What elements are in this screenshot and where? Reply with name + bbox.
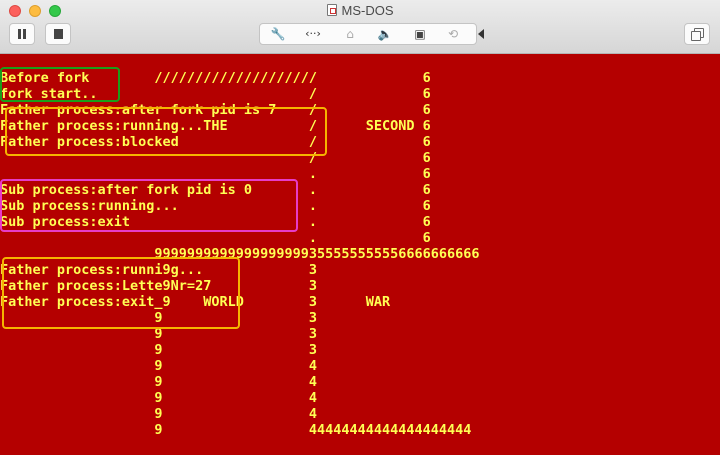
document-icon: [326, 4, 337, 16]
window-button[interactable]: [684, 23, 710, 45]
collapse-arrow-icon[interactable]: [475, 23, 487, 45]
console-line: Father process:running...THE / SECOND 6: [0, 118, 431, 134]
title-bar: MS-DOS 🔧 ‹··› ⌂ 🔈 ▣ ⟲: [0, 0, 720, 54]
stop-button[interactable]: [45, 23, 71, 45]
console-line: Sub process:after fork pid is 0 . 6: [0, 182, 431, 198]
console-line: 9 4: [0, 374, 317, 390]
console-line: Father process:exit_9 WORLD 3 WAR: [0, 294, 391, 310]
speaker-icon[interactable]: 🔈: [375, 26, 395, 42]
console-line: / 6: [0, 150, 431, 166]
console-line: . 6: [0, 230, 431, 246]
console-line: 9 3: [0, 310, 317, 326]
console-line: Sub process:exit . 6: [0, 214, 431, 230]
console-line: 9 3: [0, 326, 317, 342]
dos-console[interactable]: Before fork //////////////////// 6 fork …: [0, 54, 720, 455]
console-line: Father process:runni9g... 3: [0, 262, 317, 278]
console-line: Father process:blocked / 6: [0, 134, 431, 150]
ms-dos-window: MS-DOS 🔧 ‹··› ⌂ 🔈 ▣ ⟲ Before fork //////…: [0, 0, 720, 455]
console-line: 9999999999999999999355555555556666666666: [0, 246, 480, 262]
console-line: Father process:after fork pid is 7 / 6: [0, 102, 431, 118]
wrench-icon[interactable]: 🔧: [268, 26, 288, 42]
console-line: Father process:Lette9Nr=27 3: [0, 278, 317, 294]
save-icon[interactable]: ▣: [410, 26, 430, 42]
console-line: 9 4: [0, 358, 317, 374]
console-line: fork start.. / 6: [0, 86, 431, 102]
console-line: Sub process:running... . 6: [0, 198, 431, 214]
pause-button[interactable]: [9, 23, 35, 45]
console-line: 9 4: [0, 390, 317, 406]
console-line: . 6: [0, 166, 431, 182]
network-icon[interactable]: ‹··›: [303, 26, 323, 42]
console-line: Before fork //////////////////// 6: [0, 70, 431, 86]
disk-icon[interactable]: ⌂: [340, 26, 360, 42]
console-line: 9 4: [0, 406, 317, 422]
window-title-group: MS-DOS: [0, 3, 720, 18]
console-line: 9 44444444444444444444: [0, 422, 472, 438]
window-title: MS-DOS: [341, 3, 394, 18]
device-toolbar: 🔧 ‹··› ⌂ 🔈 ▣ ⟲: [259, 23, 477, 45]
sync-icon[interactable]: ⟲: [443, 26, 463, 42]
console-line: 9 3: [0, 342, 317, 358]
